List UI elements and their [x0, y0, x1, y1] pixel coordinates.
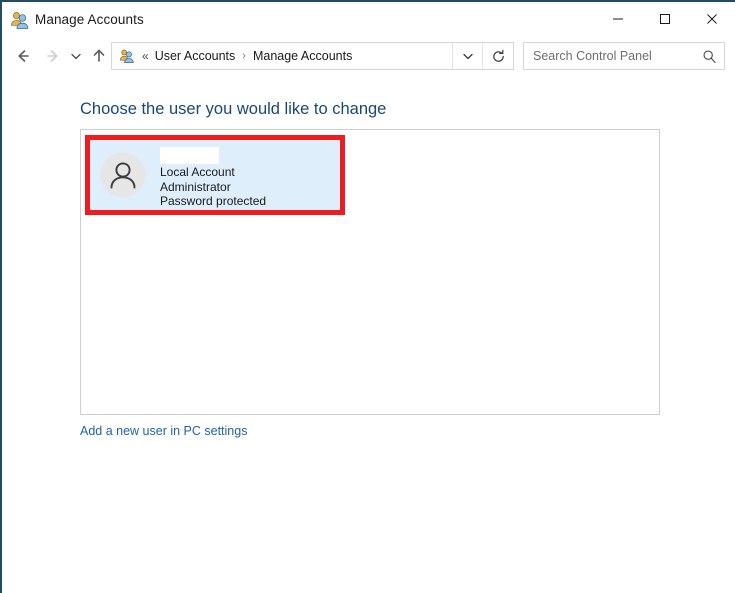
up-button[interactable] — [86, 43, 112, 69]
chevron-down-icon — [71, 53, 81, 60]
back-button[interactable] — [10, 43, 36, 69]
minimize-icon — [613, 18, 623, 19]
breadcrumb-item-user-accounts[interactable]: User Accounts — [155, 49, 236, 63]
address-dropdown-button[interactable] — [452, 43, 483, 69]
account-role: Administrator — [160, 179, 231, 194]
breadcrumb-item-manage-accounts[interactable]: Manage Accounts — [253, 49, 352, 63]
account-type: Local Account — [160, 165, 235, 180]
user-accounts-icon — [10, 10, 30, 30]
recent-locations-button[interactable] — [66, 43, 86, 69]
content-area: Choose the user you would like to change… — [2, 74, 735, 593]
title-bar: Manage Accounts — [2, 2, 735, 38]
account-name-redacted — [160, 147, 219, 165]
account-list: Local Account Administrator Password pro… — [80, 129, 660, 415]
person-avatar-icon — [100, 152, 146, 198]
refresh-icon — [492, 49, 504, 62]
forward-arrow-icon — [47, 50, 58, 62]
list-item[interactable]: Local Account Administrator Password pro… — [90, 140, 340, 210]
back-arrow-icon — [18, 50, 29, 62]
forward-button — [40, 43, 66, 69]
chevron-down-icon — [463, 53, 473, 60]
address-bar[interactable]: « User Accounts › Manage Accounts — [111, 42, 514, 70]
account-details: Local Account Administrator Password pro… — [160, 141, 266, 209]
close-button[interactable] — [689, 2, 735, 35]
manage-accounts-window: Manage Accounts « User Accounts › Manage… — [0, 0, 735, 593]
account-password-status: Password protected — [160, 194, 267, 209]
add-new-user-link[interactable]: Add a new user in PC settings — [80, 424, 247, 438]
search-icon[interactable] — [700, 47, 718, 65]
minimize-button[interactable] — [595, 2, 641, 35]
refresh-button[interactable] — [482, 43, 513, 69]
breadcrumb-user-accounts-icon — [119, 48, 135, 64]
window-title: Manage Accounts — [35, 12, 144, 27]
breadcrumb-overflow-icon[interactable]: « — [142, 50, 149, 62]
search-box[interactable] — [523, 42, 725, 70]
maximize-button[interactable] — [642, 2, 688, 35]
close-icon — [707, 13, 717, 24]
breadcrumb-separator-icon[interactable]: › — [242, 50, 246, 62]
navigation-bar: « User Accounts › Manage Accounts — [2, 38, 735, 74]
page-title: Choose the user you would like to change — [80, 100, 387, 118]
account-highlight-box: Local Account Administrator Password pro… — [85, 135, 345, 215]
search-input[interactable] — [533, 46, 693, 66]
up-arrow-icon — [93, 49, 105, 62]
maximize-icon — [660, 13, 670, 24]
